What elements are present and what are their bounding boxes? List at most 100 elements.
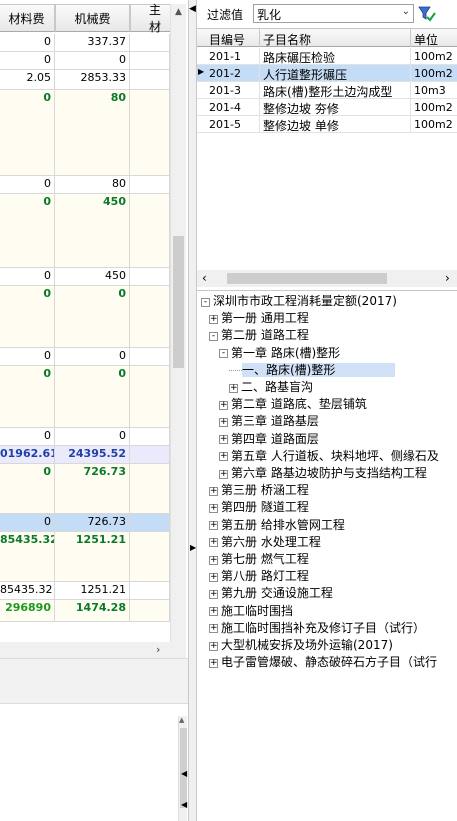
tree-expander-icon[interactable]: + [209, 589, 218, 599]
scroll-up-small-icon[interactable]: ▲ [179, 716, 184, 724]
header-code[interactable]: 目编号 [209, 31, 245, 48]
left-grid-row[interactable]: 0 80 [0, 176, 170, 194]
tree-node[interactable]: + 第六章 路基边坡防护与支挡结构工程 [219, 464, 457, 481]
tree-expander-icon[interactable]: + [209, 641, 218, 651]
left-grid-row[interactable]: 00 [0, 286, 170, 348]
left-grid-row[interactable]: 85435.32 1251.21 [0, 582, 170, 600]
tree-expander-icon[interactable]: - [219, 349, 228, 359]
left-vertical-scrollbar[interactable]: ▲ [170, 4, 186, 642]
tree-node[interactable]: + 第二章 道路底、垫层铺筑 [219, 395, 457, 412]
tree-expander-icon[interactable]: - [209, 331, 218, 341]
tree-expander-icon[interactable]: + [209, 503, 218, 513]
pane-splitter[interactable]: ◀ ▶ ◀ ◀ [181, 0, 197, 821]
sub-table-row[interactable]: 201-5 整修边坡 单修 100m2 [197, 116, 457, 133]
scroll-up-arrow-icon[interactable]: ▲ [175, 7, 182, 17]
tree-expander-icon[interactable]: + [209, 555, 218, 565]
tree-expander-icon[interactable]: + [209, 658, 218, 668]
tree-expander-icon[interactable]: + [219, 417, 228, 427]
tree-node[interactable]: + 第一册 通用工程 [209, 309, 457, 326]
tree-expander-icon[interactable]: - [201, 297, 210, 307]
splitter-mid-arrow-icon[interactable]: ▶ [190, 543, 196, 552]
tree-node[interactable]: + 大型机械安拆及场外运输(2017) [209, 636, 457, 653]
row-divider [410, 116, 411, 133]
left-grid-row[interactable]: 00 [0, 366, 170, 428]
scroll-thumb-small[interactable] [180, 728, 187, 808]
tree-expander-icon[interactable]: + [209, 314, 218, 324]
header-unit[interactable]: 单位 [414, 31, 438, 48]
tree-expander-icon[interactable]: + [209, 521, 218, 531]
material-cost-cell: 0 [0, 176, 55, 193]
tree-node[interactable]: + 第六册 水处理工程 [209, 533, 457, 550]
tree-expander-icon[interactable]: + [219, 452, 228, 462]
col-header-main-material[interactable]: 主材 [130, 3, 172, 34]
filter-input-value[interactable]: 乳化 [257, 6, 281, 23]
hscroll-left-arrow-icon[interactable]: ‹ [202, 271, 207, 285]
tree-node[interactable]: + 施工临时围挡 [209, 602, 457, 619]
main-material-cell [130, 514, 170, 531]
left-grid-row[interactable]: 0 450 [0, 268, 170, 286]
left-grid-row[interactable]: 00 [0, 428, 170, 446]
left-grid-row[interactable]: 0 726.73 [0, 464, 170, 514]
tree-expander-icon[interactable]: + [209, 624, 218, 634]
left-grid-row[interactable]: 0 450 [0, 194, 170, 268]
left-grid-row[interactable]: 0 337.37 [0, 34, 170, 52]
left-grid-row[interactable]: 01962.61 24395.52 [0, 446, 170, 464]
left-grid-row[interactable]: 2.05 2853.33 [0, 70, 170, 90]
tree-node[interactable]: + 二、路基盲沟 [229, 378, 457, 395]
sub-table-hscrollbar[interactable]: ‹ › [197, 270, 457, 287]
left-scroll-thumb[interactable] [173, 236, 184, 368]
splitter-collapse-arrow-icon[interactable]: ◀ [189, 4, 196, 14]
tree-expander-icon[interactable]: + [229, 383, 238, 393]
left-grid-row[interactable]: 0 726.73 [0, 514, 170, 532]
tree-node[interactable]: + 第三章 道路基层 [219, 412, 457, 429]
hscroll-right-arrow-icon[interactable]: › [445, 271, 450, 285]
tree-node[interactable]: + 第五章 人行道板、块料地坪、侧缘石及 [219, 447, 457, 464]
sub-item-unit: 100m2 [414, 67, 453, 80]
material-cost-cell: 0 [0, 268, 55, 285]
left-grid-row[interactable]: 0 80 [0, 90, 170, 176]
left-grid-row[interactable]: 85435.32 1251.21 [0, 532, 170, 582]
tree-node[interactable]: 一、路床(槽)整形 [229, 361, 457, 378]
sub-table-row[interactable]: 201-3 路床(槽)整形土边沟成型 10m3 [197, 82, 457, 99]
main-material-cell [130, 446, 170, 463]
tree-expander-icon[interactable]: + [219, 400, 228, 410]
header-name[interactable]: 子目名称 [263, 31, 311, 48]
material-cost-cell: 2.05 [0, 70, 55, 89]
tree-node[interactable]: + 第七册 燃气工程 [209, 550, 457, 567]
tree-root-node[interactable]: - 深圳市市政工程消耗量定额(2017) [201, 292, 397, 309]
tree-node[interactable]: + 第三册 桥涵工程 [209, 481, 457, 498]
machine-cost-cell: 2853.33 [55, 70, 130, 89]
tree-node[interactable]: + 施工临时围挡补充及修订子目（试行） [209, 619, 457, 636]
tree-expander-icon[interactable]: + [219, 435, 228, 445]
scroll-right-arrow-icon[interactable]: › [156, 643, 160, 656]
left-horizontal-scrollbar[interactable]: › [0, 642, 186, 658]
tree-node[interactable]: + 第四册 隧道工程 [209, 498, 457, 515]
splitter-bottom-arrow-1-icon[interactable]: ◀ [181, 769, 187, 778]
tree-expander-icon[interactable]: + [219, 469, 228, 479]
sub-table-row[interactable]: 201-4 整修边坡 夯修 100m2 [197, 99, 457, 116]
filter-combobox[interactable]: 乳化 ⌄ [253, 4, 414, 23]
left-grid-row[interactable]: 296890 1474.28 [0, 600, 170, 622]
hscroll-thumb[interactable] [227, 273, 387, 284]
tree-node[interactable]: + 第四章 道路面层 [219, 430, 457, 447]
tree-node[interactable]: + 第五册 给排水管网工程 [209, 516, 457, 533]
tree-node[interactable]: - 第一章 路床(槽)整形 [219, 344, 457, 361]
col-header-machine[interactable]: 机械费 [55, 4, 130, 32]
left-grid-row[interactable]: 00 [0, 348, 170, 366]
tree-expander-icon[interactable]: + [209, 538, 218, 548]
splitter-bottom-arrow-2-icon[interactable]: ◀ [181, 800, 187, 809]
col-header-material[interactable]: 材料费 [0, 4, 55, 32]
tree-expander-icon[interactable]: + [209, 572, 218, 582]
funnel-check-icon[interactable] [418, 5, 436, 23]
chevron-down-icon[interactable]: ⌄ [402, 6, 410, 17]
sub-table-row[interactable]: ▶ 201-2 人行道整形碾压 100m2 [197, 65, 457, 82]
left-grid-row[interactable]: 00 [0, 52, 170, 70]
tree-node[interactable]: + 第九册 交通设施工程 [209, 584, 457, 601]
tree-node[interactable]: + 第八册 路灯工程 [209, 567, 457, 584]
tree-expander-icon[interactable]: + [209, 486, 218, 496]
main-material-cell [130, 194, 170, 267]
sub-table-row[interactable]: 201-1 路床碾压检验 100m2 [197, 48, 457, 65]
tree-node[interactable]: + 电子雷管爆破、静态破碎石方子目（试行 [209, 653, 457, 670]
tree-expander-icon[interactable]: + [209, 607, 218, 617]
tree-node[interactable]: - 第二册 道路工程 [209, 326, 457, 343]
